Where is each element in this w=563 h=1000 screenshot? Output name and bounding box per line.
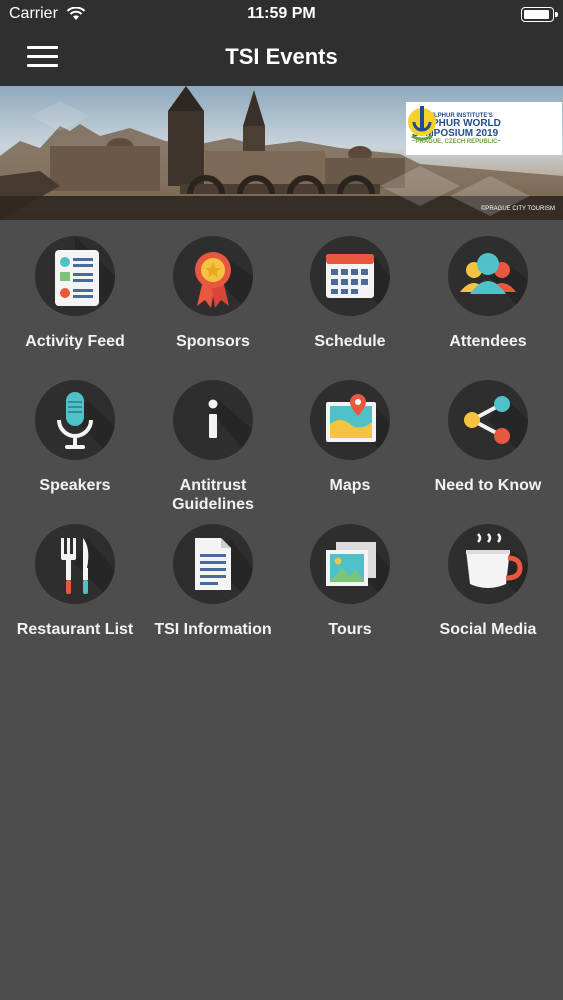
tile-activity-feed[interactable]: Activity Feed	[5, 220, 145, 360]
tile-restaurant-list[interactable]: Restaurant List	[5, 508, 145, 648]
tile-label: Tours	[328, 621, 372, 638]
symposium-logo-mark	[408, 106, 436, 141]
tile-sponsors[interactable]: Sponsors	[143, 220, 283, 360]
share-icon	[448, 380, 528, 460]
tile-label: Speakers	[39, 477, 111, 494]
tile-need-to-know[interactable]: Need to Know	[418, 364, 558, 514]
symposium-logo: THE SULPHUR INSTITUTE'S SULPHUR WORLD SY…	[406, 102, 562, 155]
coffee-cup-icon	[448, 524, 528, 604]
tile-label: Schedule	[314, 333, 386, 350]
people-icon	[448, 236, 528, 316]
tile-label: Maps	[329, 477, 371, 494]
document-icon	[173, 524, 253, 604]
photos-icon	[310, 524, 390, 604]
tile-maps[interactable]: Maps	[280, 364, 420, 514]
map-pin-icon	[310, 380, 390, 460]
info-icon	[173, 380, 253, 460]
status-bar: Carrier 11:59 PM	[0, 0, 563, 30]
tile-schedule[interactable]: Schedule	[280, 220, 420, 360]
tile-social-media[interactable]: Social Media	[418, 508, 558, 648]
tile-tsi-information[interactable]: TSI Information	[143, 508, 283, 648]
tile-tours[interactable]: Tours	[280, 508, 420, 648]
ribbon-badge-icon	[173, 236, 253, 316]
tile-antitrust-guidelines[interactable]: Antitrust Guidelines	[143, 364, 283, 514]
tile-label: Attendees	[449, 333, 527, 350]
calendar-icon	[310, 236, 390, 316]
activity-feed-icon	[35, 236, 115, 316]
tile-label: TSI Information	[154, 621, 272, 638]
tile-attendees[interactable]: Attendees	[418, 220, 558, 360]
tile-label: Social Media	[439, 621, 537, 638]
event-banner: THE SULPHUR INSTITUTE'S SULPHUR WORLD SY…	[0, 86, 563, 220]
tile-label: Sponsors	[176, 333, 250, 350]
navigation-bar: TSI Events	[0, 30, 563, 86]
tile-label: Need to Know	[434, 477, 542, 494]
tile-label: Restaurant List	[16, 621, 134, 638]
page-title: TSI Events	[225, 44, 338, 69]
battery-icon	[521, 7, 558, 22]
status-time: 11:59 PM	[247, 5, 316, 22]
tile-speakers[interactable]: Speakers	[5, 364, 145, 514]
microphone-icon	[35, 380, 115, 460]
tile-label: Activity Feed	[25, 333, 125, 350]
photo-credit: ©PRAGUE CITY TOURISM	[480, 206, 555, 212]
fork-knife-icon	[35, 524, 115, 604]
